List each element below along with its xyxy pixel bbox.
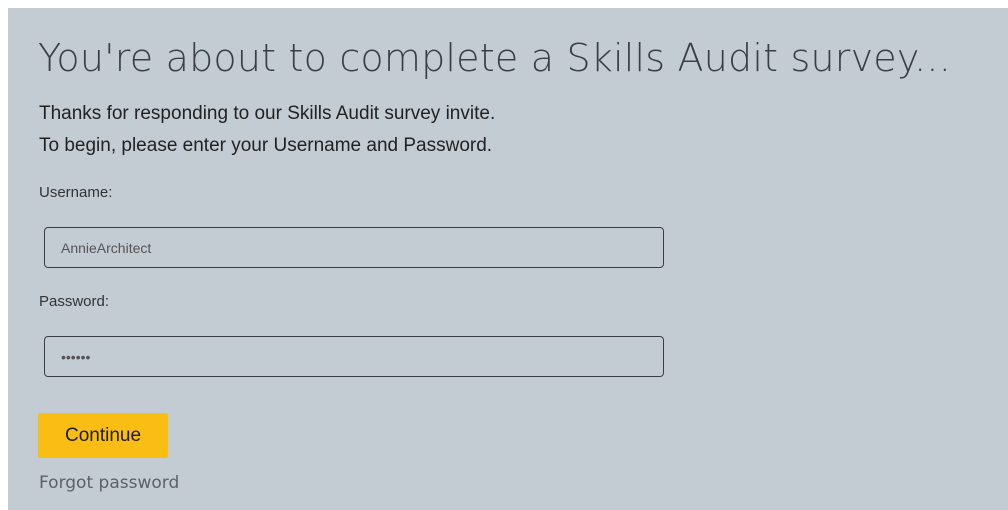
intro-line-1: Thanks for responding to our Skills Audi… <box>39 103 496 124</box>
login-panel: You're about to complete a Skills Audit … <box>8 8 1008 510</box>
continue-button[interactable]: Continue <box>38 413 168 458</box>
intro-text: Thanks for responding to our Skills Audi… <box>39 98 495 162</box>
password-label: Password: <box>39 293 110 310</box>
password-field[interactable] <box>44 336 664 377</box>
forgot-password-link[interactable]: Forgot password <box>39 473 179 493</box>
intro-line-2: To begin, please enter your Username and… <box>39 135 493 156</box>
page-title: You're about to complete a Skills Audit … <box>38 36 951 80</box>
username-label: Username: <box>39 184 113 201</box>
username-field[interactable] <box>44 227 664 268</box>
